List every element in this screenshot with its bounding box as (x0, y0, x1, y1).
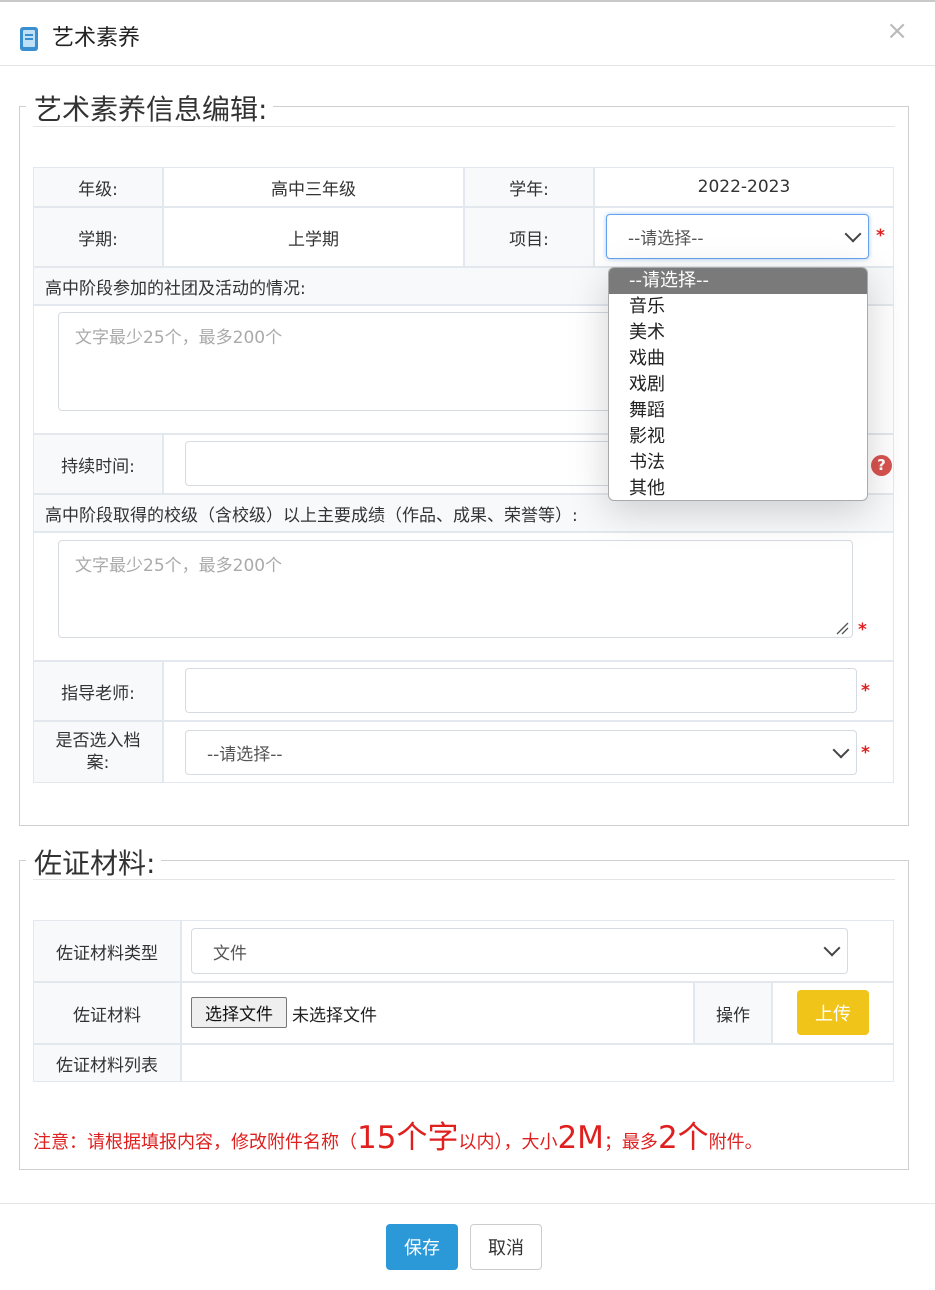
evidence-list-cell (181, 1044, 894, 1082)
project-label-cell: 项目: (464, 207, 594, 267)
activities-label: 高中阶段参加的社团及活动的情况: (45, 278, 306, 299)
term-value: 上学期 (288, 229, 339, 250)
year-value: 2022-2023 (697, 177, 791, 197)
book-icon (20, 27, 38, 51)
cancel-button[interactable]: 取消 (470, 1224, 542, 1270)
project-option[interactable]: 戏剧 (609, 372, 867, 398)
notice-emphasis: 2个 (657, 1120, 709, 1156)
evidence-legend: 佐证材料: (26, 842, 162, 882)
grade-value: 高中三年级 (271, 179, 356, 200)
achievements-placeholder: 文字最少25个，最多200个 (75, 556, 283, 576)
save-button[interactable]: 保存 (386, 1224, 458, 1270)
activities-placeholder: 文字最少25个，最多200个 (75, 328, 283, 348)
dialog-title: 艺术素养 (52, 26, 141, 51)
achievements-textarea[interactable]: 文字最少25个，最多200个 (58, 540, 853, 638)
project-option[interactable]: 其他 (609, 476, 867, 500)
project-option[interactable]: 舞蹈 (609, 398, 867, 424)
term-label-cell: 学期: (33, 207, 163, 267)
close-icon[interactable]: × (886, 16, 908, 46)
project-option[interactable]: 书法 (609, 450, 867, 476)
upload-notice: 注意：请根据填报内容，修改附件名称（15个字以内），大小2M；最多2个附件。 (33, 1112, 763, 1157)
notice-text: ；最多 (603, 1132, 658, 1153)
grade-label-cell: 年级: (33, 167, 163, 207)
resize-grip-icon[interactable] (835, 621, 849, 635)
required-mark: * (876, 226, 885, 246)
evidence-list-label: 佐证材料列表 (56, 1055, 158, 1076)
project-select-value: --请选择-- (628, 229, 704, 249)
project-option[interactable]: 戏曲 (609, 346, 867, 372)
duration-label: 持续时间: (61, 456, 135, 477)
project-label: 项目: (509, 229, 549, 250)
legend-divider (33, 126, 895, 127)
evidence-type-label-cell: 佐证材料类型 (33, 920, 181, 982)
operation-label: 操作 (716, 1005, 750, 1026)
teacher-label: 指导老师: (61, 683, 135, 704)
archive-select[interactable]: --请选择-- (185, 730, 857, 775)
choose-file-button[interactable]: 选择文件 (191, 997, 287, 1028)
achievements-label: 高中阶段取得的校级（含校级）以上主要成绩（作品、成果、荣誉等）: (45, 505, 578, 526)
teacher-label-cell: 指导老师: (33, 661, 163, 721)
help-icon[interactable]: ? (871, 455, 892, 476)
archive-label-cell: 是否选入档 案: (33, 721, 163, 783)
evidence-type-select[interactable]: 文件 (191, 928, 848, 974)
notice-text: 附件。 (708, 1132, 763, 1153)
teacher-input[interactable] (185, 668, 857, 713)
evidence-type-label: 佐证材料类型 (56, 943, 158, 964)
notice-text: 以内），大小 (458, 1132, 558, 1153)
duration-label-cell: 持续时间: (33, 434, 163, 494)
project-dropdown-list: --请选择-- 音乐 美术 戏曲 戏剧 舞蹈 影视 书法 其他 (608, 267, 868, 501)
dialog-footer (0, 1203, 935, 1290)
archive-label-line1: 是否选入档 (55, 731, 141, 751)
evidence-material-label: 佐证材料 (73, 1005, 141, 1026)
notice-emphasis: 15个字 (357, 1120, 459, 1156)
project-option[interactable]: 美术 (609, 320, 867, 346)
term-label: 学期: (78, 229, 118, 250)
archive-label-line2: 案: (86, 753, 110, 773)
art-info-legend: 艺术素养信息编辑: (26, 88, 274, 128)
chevron-down-icon (832, 741, 850, 758)
project-option[interactable]: --请选择-- (609, 268, 867, 294)
required-mark: * (858, 620, 867, 640)
project-option[interactable]: 音乐 (609, 294, 867, 320)
required-mark: * (861, 681, 870, 701)
operation-label-cell: 操作 (694, 982, 772, 1044)
archive-select-value: --请选择-- (207, 745, 283, 765)
required-mark: * (861, 743, 870, 763)
evidence-material-label-cell: 佐证材料 (33, 982, 181, 1044)
chevron-down-icon (844, 225, 862, 242)
evidence-type-value: 文件 (213, 943, 247, 964)
notice-text: 注意：请根据填报内容，修改附件名称（ (33, 1132, 357, 1153)
notice-emphasis: 2M (557, 1120, 604, 1156)
project-option[interactable]: 影视 (609, 424, 867, 450)
project-select[interactable]: --请选择-- (606, 214, 869, 259)
year-label-cell: 学年: (464, 167, 594, 207)
term-value-cell: 上学期 (163, 207, 464, 267)
upload-button[interactable]: 上传 (797, 990, 869, 1035)
legend-divider (33, 879, 895, 880)
file-status-text: 未选择文件 (292, 1006, 377, 1026)
evidence-list-label-cell: 佐证材料列表 (33, 1044, 181, 1082)
dialog-header: 艺术素养 × (0, 0, 935, 66)
year-label: 学年: (509, 179, 549, 200)
grade-value-cell: 高中三年级 (163, 167, 464, 207)
year-value-cell: 2022-2023 (594, 167, 894, 207)
chevron-down-icon (823, 939, 841, 957)
grade-label: 年级: (78, 179, 118, 200)
